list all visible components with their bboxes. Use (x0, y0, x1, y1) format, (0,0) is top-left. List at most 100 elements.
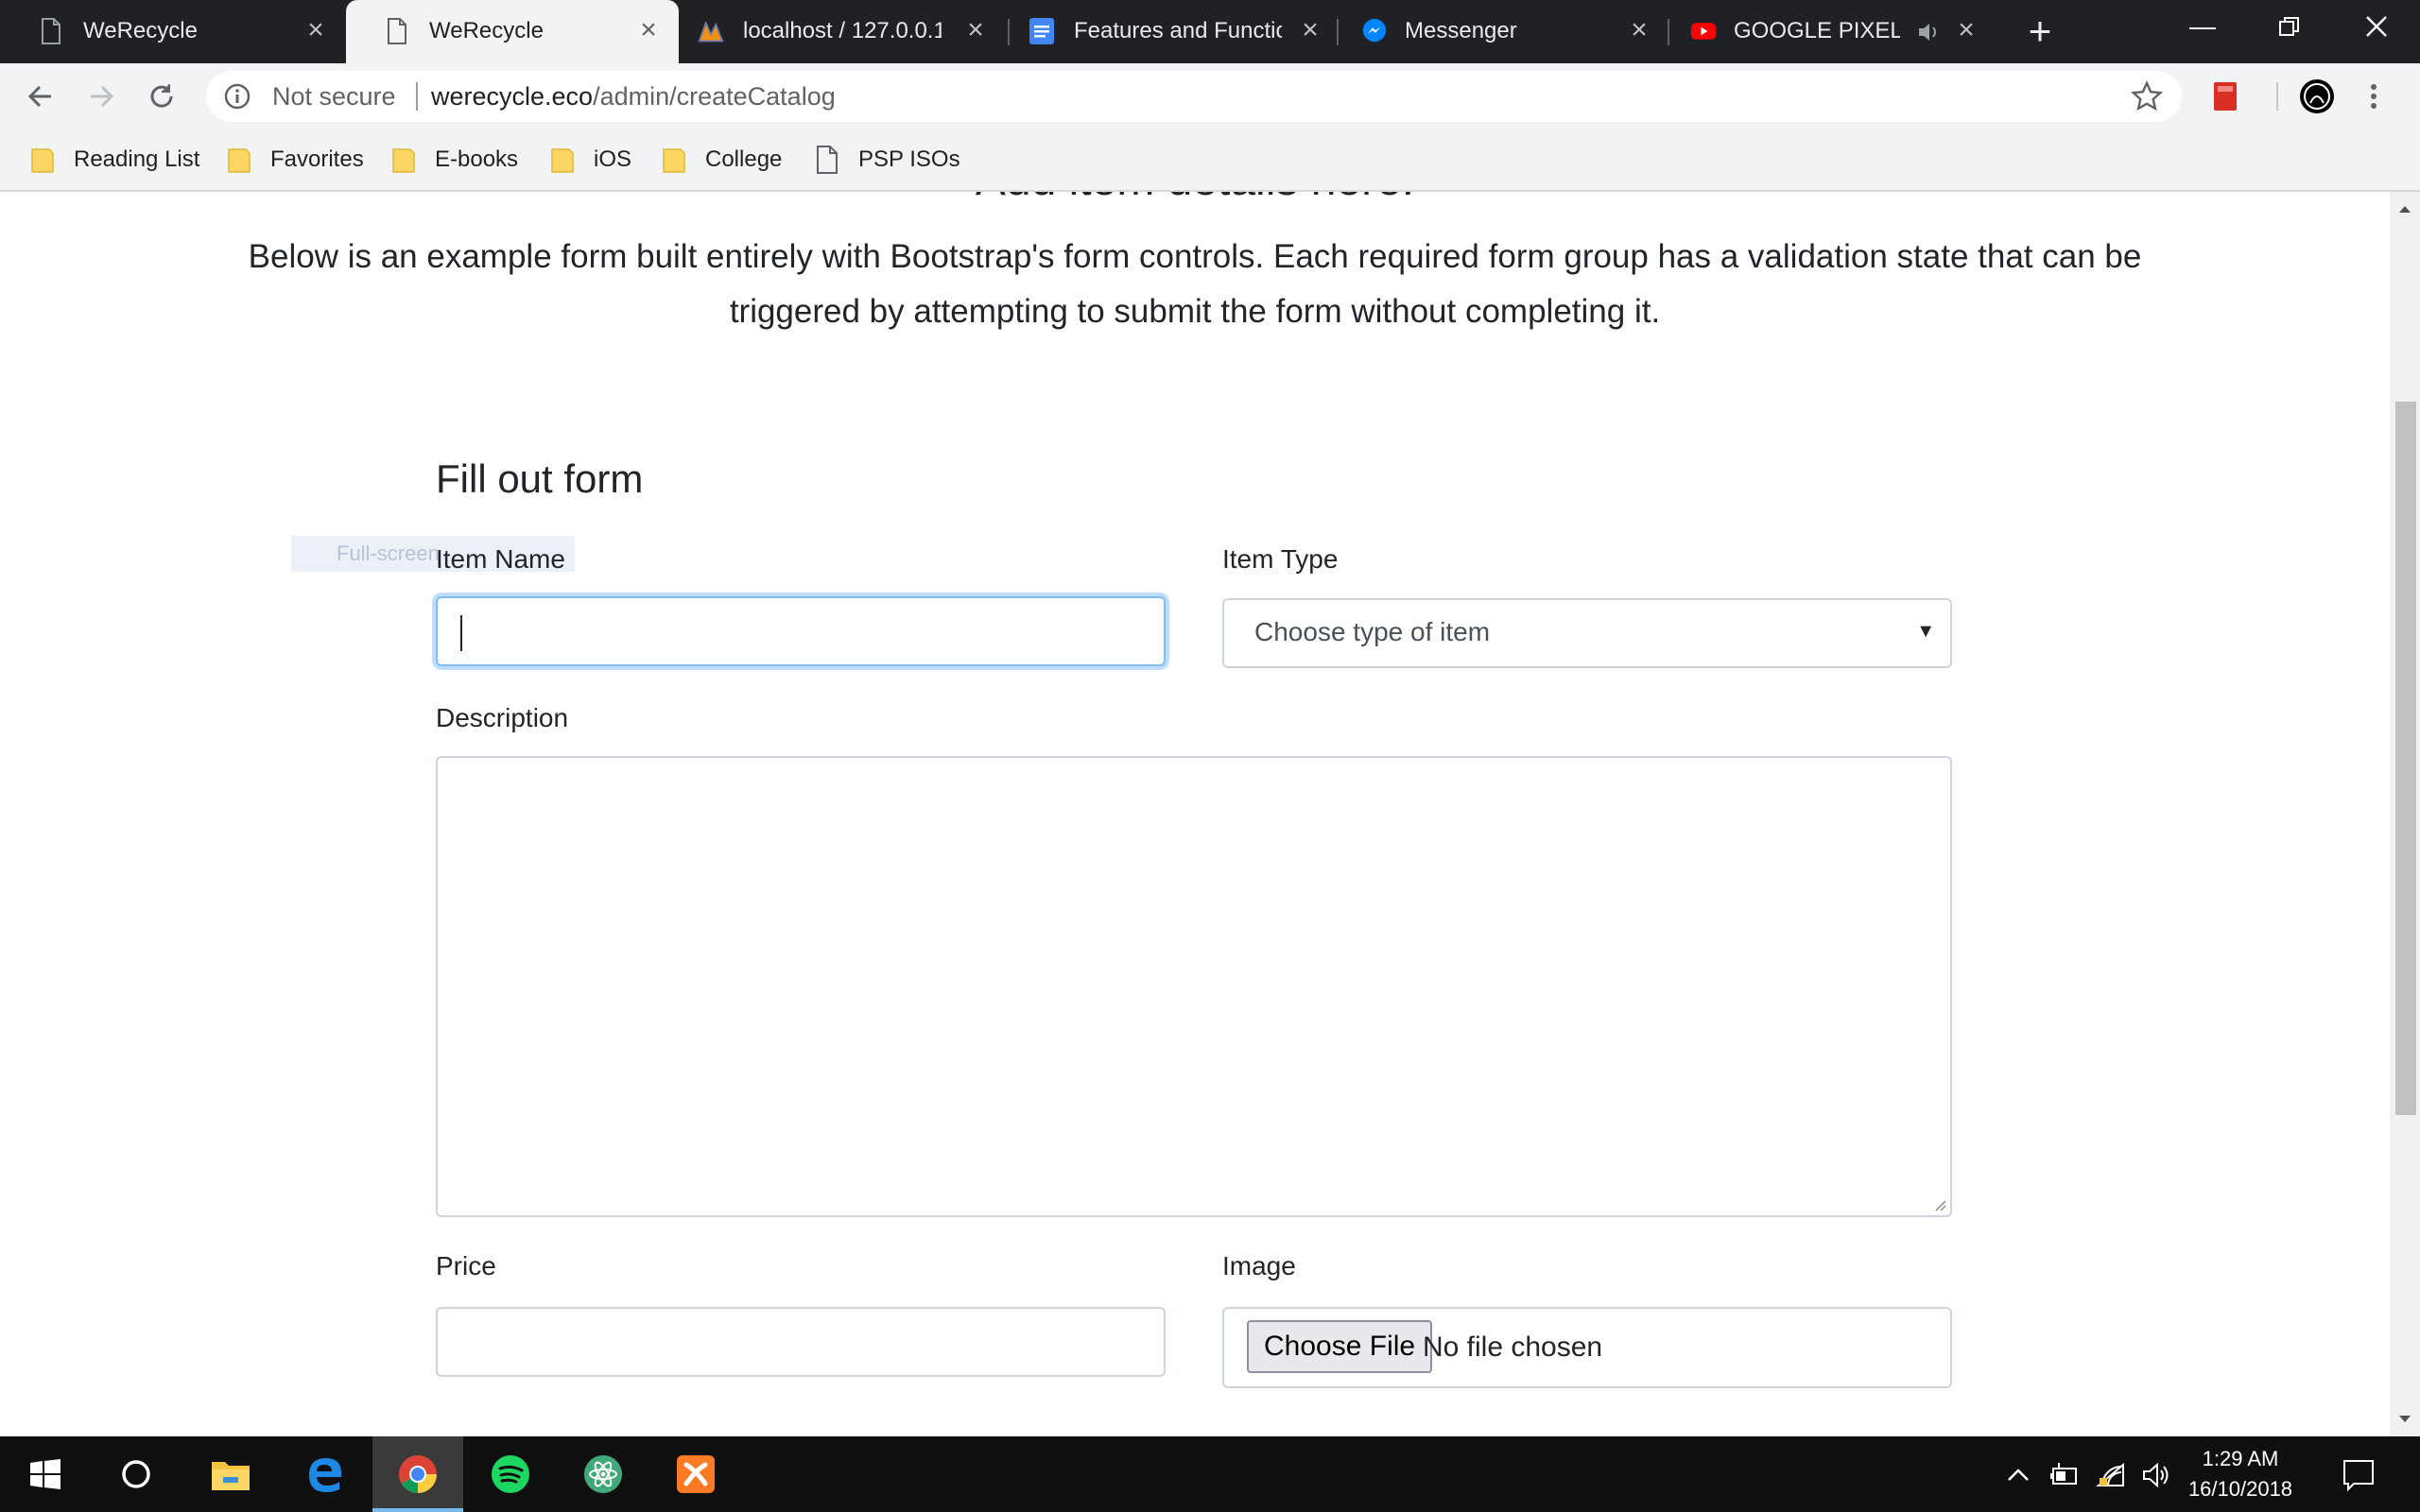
folder-icon (31, 148, 54, 173)
back-arrow-icon (27, 85, 51, 108)
tab-phpmyadmin[interactable]: localhost / 127.0.0.1 / × (684, 0, 1006, 63)
page-content: Add item details here! Below is an examp… (0, 192, 2390, 1436)
bookmark-college[interactable]: College (662, 143, 782, 177)
messenger-icon (1361, 18, 1388, 44)
page-icon (384, 18, 410, 44)
security-label[interactable]: Not secure (272, 82, 396, 111)
tab-title: WeRecycle (83, 18, 198, 43)
clock-time: 1:29 AM (2202, 1447, 2279, 1470)
tab-werecycle-1[interactable]: WeRecycle × (0, 0, 340, 63)
system-clock[interactable]: 1:29 AM 16/10/2018 (2174, 1444, 2307, 1504)
tab-strip: WeRecycle × WeRecycle × localhost / 127.… (0, 0, 2420, 63)
bookmark-ios[interactable]: iOS (550, 143, 631, 177)
form-title: Fill out form (436, 456, 644, 501)
chevron-down-icon: ▼ (1916, 621, 1935, 642)
menu-kebab-icon[interactable] (2360, 78, 2388, 114)
audio-playing-icon[interactable] (1915, 19, 1942, 45)
text-caret (460, 615, 462, 651)
description-textarea[interactable] (436, 756, 1952, 1217)
resize-handle-icon[interactable] (1933, 1198, 1946, 1211)
windows-start-icon (30, 1459, 60, 1489)
show-hidden-icons-icon[interactable] (2002, 1459, 2034, 1491)
close-tab-icon[interactable]: × (1295, 15, 1325, 45)
image-file-input: Choose File No file chosen (1222, 1307, 1952, 1388)
extension-icon[interactable] (2208, 78, 2244, 114)
bookmark-reading-list[interactable]: Reading List (30, 143, 199, 177)
forward-button[interactable] (79, 75, 123, 118)
item-type-label: Item Type (1222, 544, 1339, 574)
info-icon[interactable] (223, 82, 251, 111)
taskbar-chrome[interactable] (372, 1436, 463, 1512)
active-indicator (372, 1508, 463, 1512)
bookmark-psp-isos[interactable]: PSP ISOs (815, 143, 960, 177)
scroll-down-arrow-icon[interactable] (2390, 1410, 2420, 1429)
edge-icon (309, 1458, 341, 1492)
new-tab-button[interactable]: + (2021, 11, 2059, 51)
xampp-icon (677, 1455, 715, 1493)
clock-date: 16/10/2018 (2187, 1477, 2293, 1501)
windows-start-button[interactable] (0, 1436, 91, 1512)
divider (416, 82, 418, 111)
bookmarks-bar: Reading List Favorites E-books iOS Colle… (0, 129, 2420, 192)
price-input[interactable] (436, 1307, 1166, 1377)
battery-icon[interactable] (2048, 1459, 2080, 1491)
folder-icon (663, 148, 685, 173)
atom-icon (584, 1455, 622, 1493)
tab-google-docs[interactable]: Features and Functio × (1011, 0, 1333, 63)
bookmark-star-icon[interactable] (2131, 80, 2163, 112)
item-type-selected: Choose type of item (1254, 617, 1491, 646)
cortana-icon (122, 1460, 150, 1488)
reload-button[interactable] (140, 75, 183, 118)
forward-arrow-icon (91, 85, 114, 108)
close-tab-icon[interactable]: × (633, 15, 664, 45)
profile-avatar-icon[interactable] (2299, 78, 2335, 114)
page-heading: Add item details here! (0, 192, 2390, 207)
cortana-button[interactable] (91, 1436, 182, 1512)
tab-separator (1337, 19, 1339, 45)
choose-file-button[interactable]: Choose File (1247, 1320, 1433, 1373)
back-button[interactable] (19, 75, 62, 118)
tab-title: localhost / 127.0.0.1 / (743, 18, 942, 43)
close-tab-icon[interactable]: × (1624, 15, 1654, 45)
tab-youtube[interactable]: GOOGLE PIXEL 3 × (1671, 0, 1996, 63)
taskbar-file-explorer[interactable] (185, 1436, 276, 1512)
scroll-up-arrow-icon[interactable] (2390, 199, 2420, 218)
wifi-icon[interactable] (2095, 1459, 2127, 1491)
taskbar-spotify[interactable] (465, 1436, 556, 1512)
description-label: Description (436, 703, 569, 732)
scroll-thumb[interactable] (2395, 402, 2416, 1115)
taskbar-edge[interactable] (280, 1436, 371, 1512)
minimize-button[interactable]: — (2159, 0, 2246, 57)
tab-messenger[interactable]: Messenger × (1340, 0, 1666, 63)
bookmark-label: E-books (435, 146, 519, 172)
taskbar-xampp[interactable] (650, 1436, 741, 1512)
bookmark-label: Favorites (270, 146, 364, 172)
bookmark-label: College (705, 146, 783, 172)
action-center-icon[interactable] (2341, 1457, 2377, 1493)
volume-icon[interactable] (2140, 1459, 2172, 1491)
page-icon (38, 18, 64, 44)
tab-title: WeRecycle (429, 18, 544, 43)
address-bar[interactable]: Not secure werecycle.eco/admin/createCat… (206, 71, 2182, 122)
close-window-button[interactable] (2333, 0, 2420, 57)
restore-button[interactable] (2246, 0, 2333, 57)
close-tab-icon[interactable]: × (960, 15, 991, 45)
url-host: werecycle.eco (431, 82, 594, 111)
item-type-select[interactable]: Choose type of item ▼ (1222, 598, 1952, 668)
tab-separator (1668, 19, 1669, 45)
chrome-icon (399, 1455, 437, 1493)
folder-icon (551, 148, 574, 173)
bookmark-favorites[interactable]: Favorites (227, 143, 364, 177)
item-name-label: Item Name (436, 544, 565, 574)
url-path: /admin/createCatalog (593, 82, 836, 111)
close-tab-icon[interactable]: × (301, 15, 331, 45)
page-scrollbar[interactable] (2390, 192, 2420, 1436)
url-text[interactable]: werecycle.eco/admin/createCatalog (431, 82, 836, 111)
taskbar-atom[interactable] (558, 1436, 648, 1512)
item-name-input[interactable] (436, 596, 1166, 666)
close-tab-icon[interactable]: × (1951, 15, 1981, 45)
folder-icon (392, 148, 415, 173)
bookmark-ebooks[interactable]: E-books (391, 143, 518, 177)
tab-werecycle-2[interactable]: WeRecycle × (346, 0, 679, 63)
tab-title: Features and Functio (1074, 18, 1282, 43)
